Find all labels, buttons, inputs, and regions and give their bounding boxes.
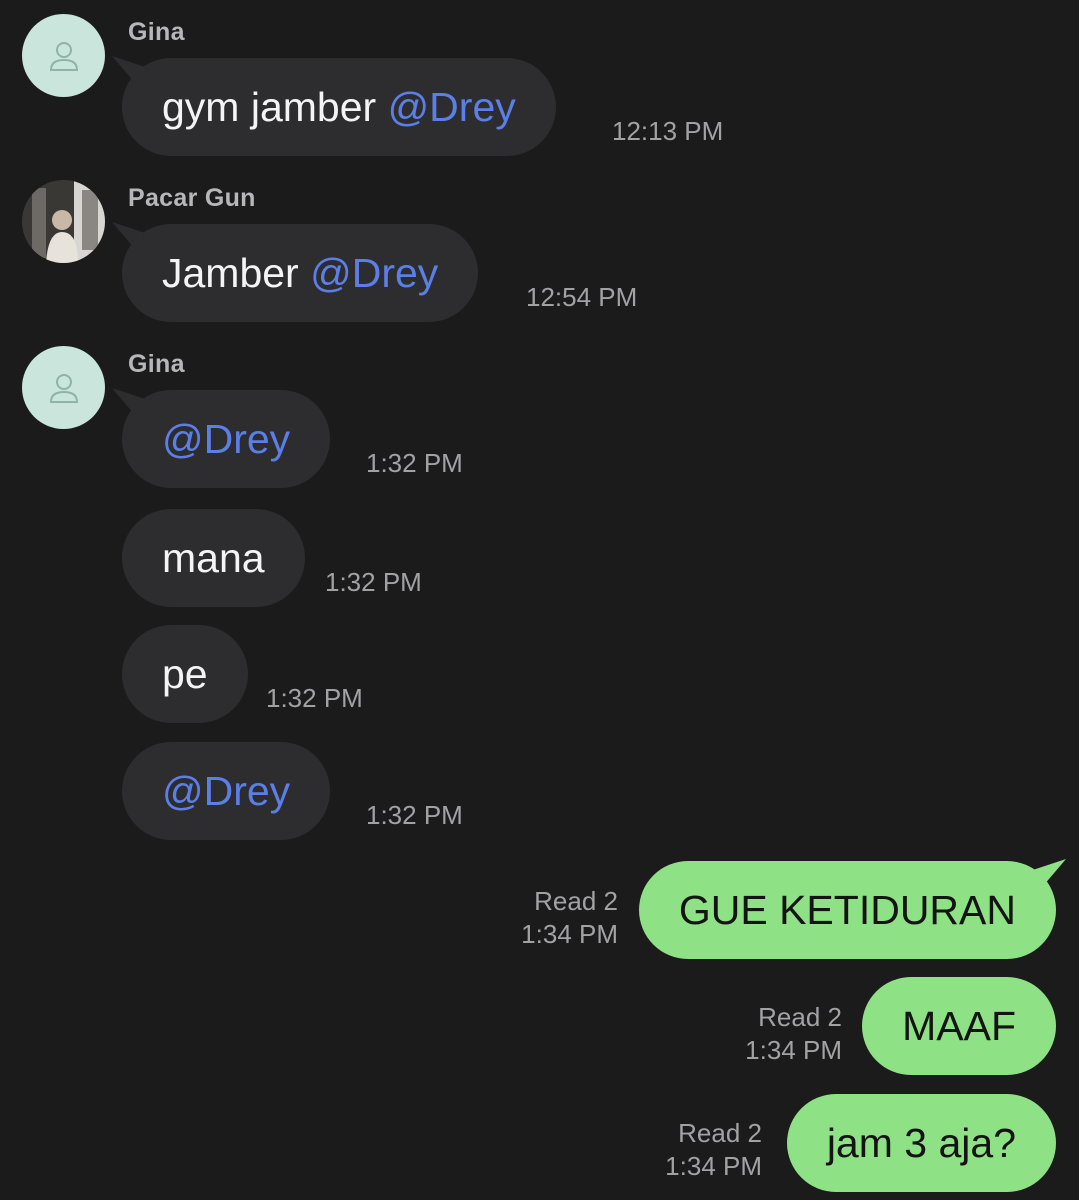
message-text: GUE KETIDURAN: [678, 886, 1016, 933]
bubble-tail: [112, 388, 146, 416]
default-avatar-icon: [49, 41, 78, 71]
message-text: mana: [162, 534, 265, 581]
default-avatar-icon: [49, 373, 78, 403]
sender-name: Gina: [128, 18, 185, 46]
sender-name: Gina: [128, 350, 185, 378]
message-time: 1:32 PM: [325, 567, 422, 597]
avatar-gina[interactable]: [22, 14, 105, 97]
profile-photo: [22, 180, 105, 263]
message-bubble-own[interactable]: jam 3 aja?: [786, 1094, 1056, 1192]
message-bubble[interactable]: @Drey: [122, 742, 331, 840]
avatar-gina[interactable]: [22, 346, 105, 429]
message-time: 12:13 PM: [612, 116, 724, 146]
message-text: jam 3 aja?: [826, 1119, 1016, 1166]
avatar-pacar-gun[interactable]: [22, 180, 105, 263]
read-receipt: Read 2: [678, 1118, 762, 1148]
message-time: 1:32 PM: [366, 448, 463, 478]
bubble-tail: [112, 222, 146, 250]
message-time: 1:34 PM: [745, 1035, 842, 1065]
message-time: 1:34 PM: [521, 919, 618, 949]
mention-link[interactable]: @Drey: [162, 416, 290, 463]
message-bubble-own[interactable]: GUE KETIDURAN: [638, 859, 1066, 959]
message-text: MAAF: [902, 1002, 1016, 1049]
mention-link[interactable]: @Drey: [388, 84, 516, 131]
mention-link[interactable]: @Drey: [162, 768, 290, 815]
sender-name: Pacar Gun: [128, 184, 256, 212]
message-text: pe: [162, 650, 208, 697]
message-bubble[interactable]: pe: [122, 625, 248, 723]
message-bubble[interactable]: Jamber @Drey: [112, 222, 479, 322]
message-meta: Read 2 1:34 PM: [521, 885, 618, 951]
read-receipt: Read 2: [758, 1002, 842, 1032]
message-bubble[interactable]: @Drey: [112, 388, 331, 488]
bubble-tail: [1032, 859, 1066, 887]
mention-link[interactable]: @Drey: [310, 250, 438, 297]
message-meta: Read 2 1:34 PM: [745, 1001, 842, 1067]
read-receipt: Read 2: [534, 886, 618, 916]
message-time: 12:54 PM: [526, 282, 638, 312]
message-bubble[interactable]: gym jamber @Drey: [112, 56, 556, 156]
message-text: Jamber: [162, 249, 311, 296]
message-bubble-own[interactable]: MAAF: [862, 977, 1056, 1075]
message-time: 1:32 PM: [366, 800, 463, 830]
bubble-tail: [112, 56, 146, 84]
message-time: 1:34 PM: [665, 1151, 762, 1181]
message-meta: Read 2 1:34 PM: [665, 1117, 762, 1183]
message-bubble[interactable]: mana: [122, 509, 305, 607]
message-text: gym jamber: [162, 83, 388, 130]
message-time: 1:32 PM: [266, 683, 363, 713]
